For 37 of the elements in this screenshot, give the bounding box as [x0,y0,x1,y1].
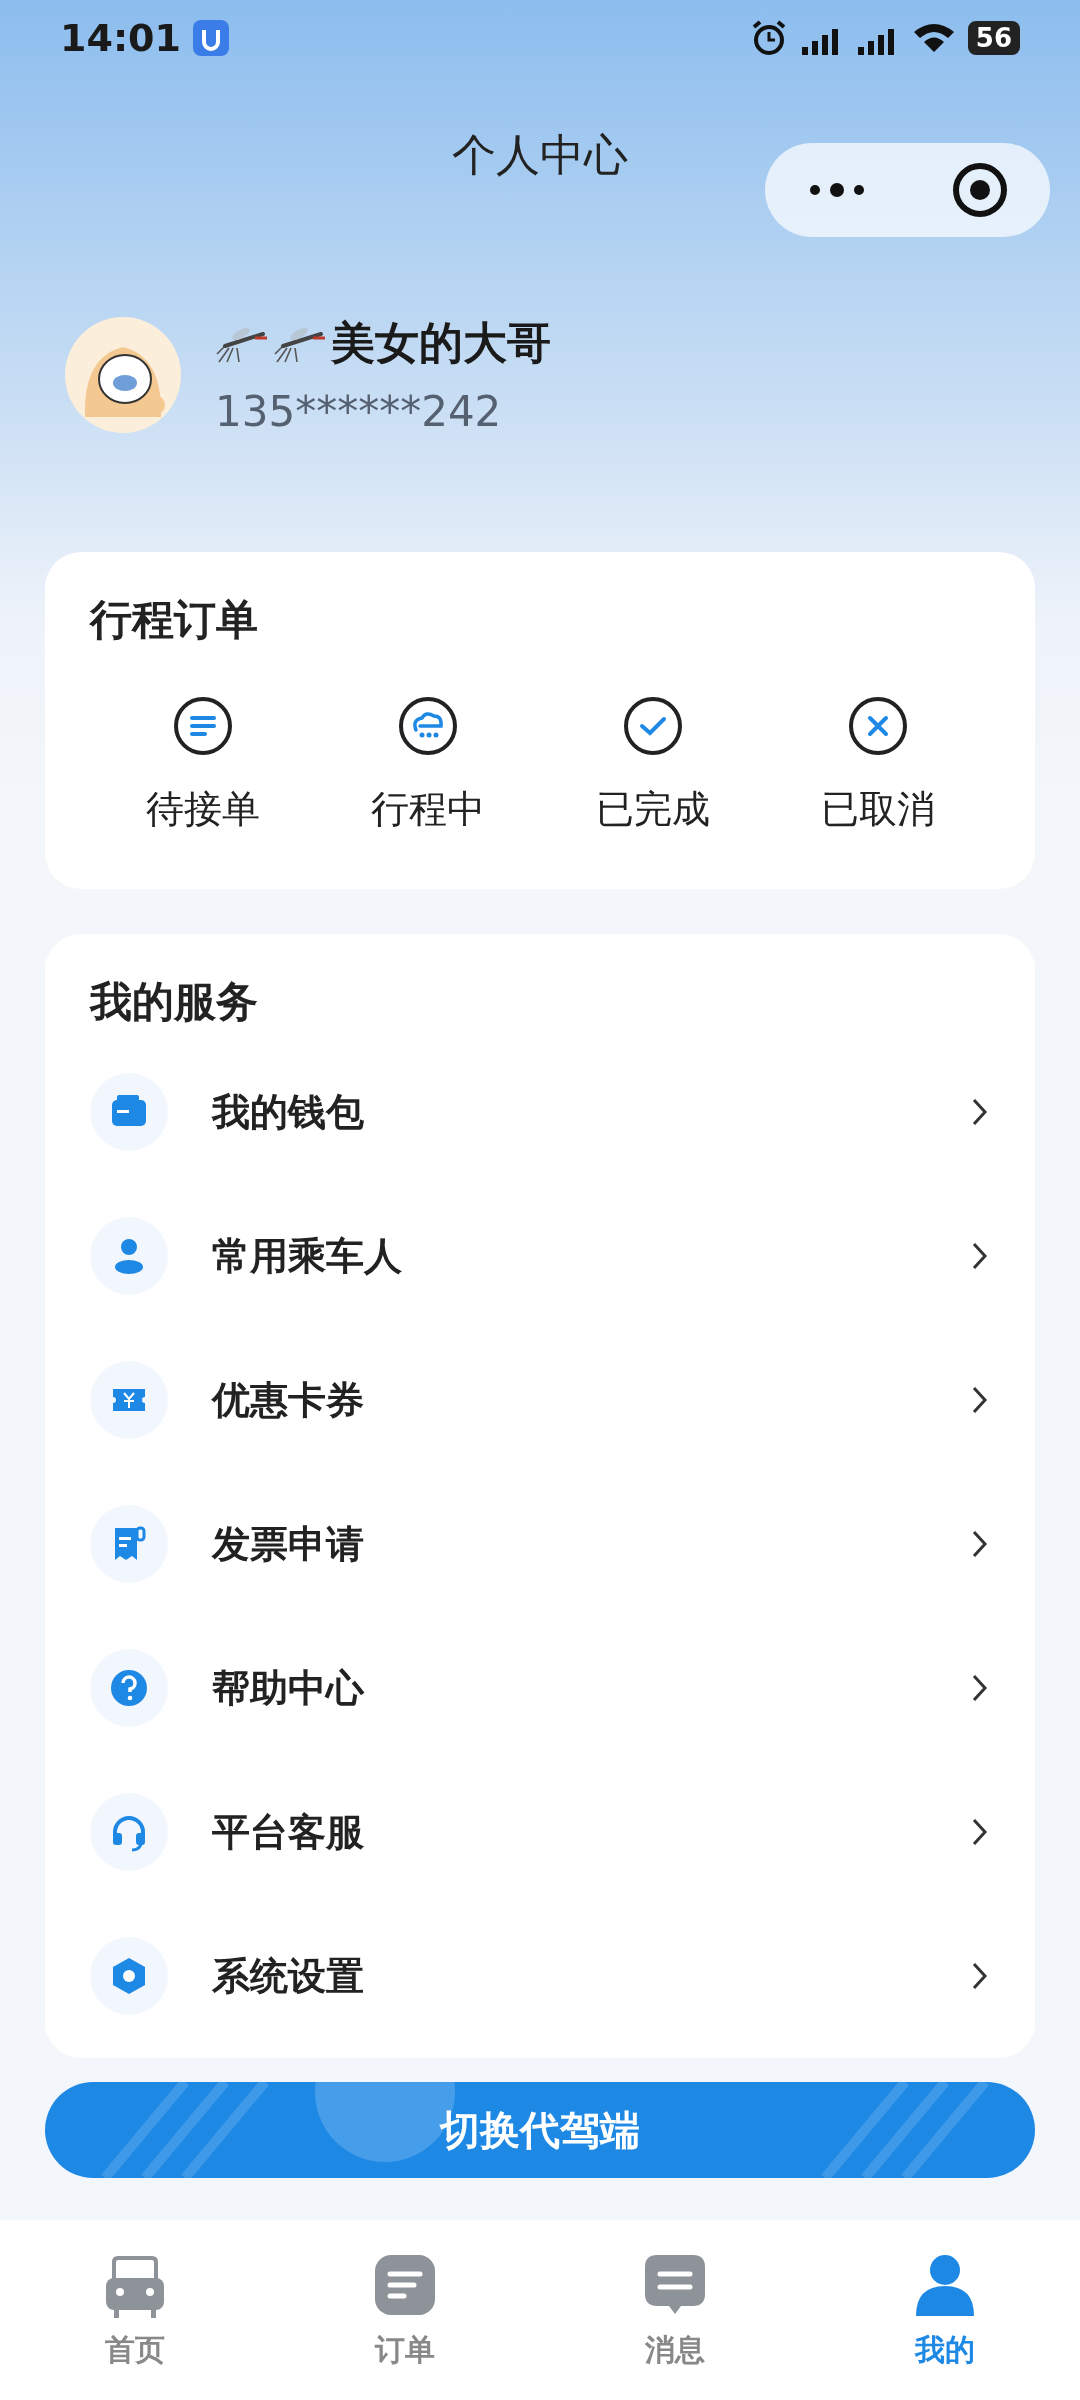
order-status-button[interactable]: 已取消 [765,696,990,835]
tab[interactable]: 消息 [540,2220,810,2400]
app-icon [192,19,229,56]
service-row[interactable]: 系统设置 [90,1904,990,2048]
order-status-button[interactable]: 行程中 [315,696,540,835]
tab[interactable]: 首页 [0,2220,270,2400]
check-icon [622,696,683,756]
chevron-icon [970,1096,990,1128]
section-title: 行程订单 [90,594,259,646]
cancel-icon [847,696,908,756]
order-status-button[interactable]: 待接单 [90,696,315,835]
chevron-icon [970,1528,990,1560]
phone-number: 135******242 [215,387,503,436]
help-icon [109,1668,149,1708]
service-row[interactable]: 优惠卡券 [90,1328,990,1472]
order-status-button[interactable]: 已完成 [540,696,765,835]
service-row[interactable]: 发票申请 [90,1472,990,1616]
close-target-icon[interactable] [951,162,1008,218]
service-row[interactable]: 我的钱包 [90,1040,990,1184]
battery-level: 56 [967,20,1020,55]
chevron-icon [970,1240,990,1272]
list-icon [172,696,233,756]
switch-driver-button[interactable]: 切换代驾端 [45,2082,1035,2178]
service-row[interactable]: 常用乘车人 [90,1184,990,1328]
tab[interactable]: 我的 [810,2220,1080,2400]
chevron-icon [970,1384,990,1416]
chevron-icon [970,1816,990,1848]
cloud-icon [397,696,458,756]
status-time: 14:01 [60,15,181,60]
chevron-icon [970,1960,990,1992]
user-name: 美女的大哥 [331,316,551,370]
page-title: 个人中心 [452,127,628,182]
service-row[interactable]: 帮助中心 [90,1616,990,1760]
tab[interactable]: 订单 [270,2220,540,2400]
section-title: 我的服务 [90,976,259,1028]
service-row[interactable]: 平台客服 [90,1760,990,1904]
chevron-icon [970,1672,990,1704]
